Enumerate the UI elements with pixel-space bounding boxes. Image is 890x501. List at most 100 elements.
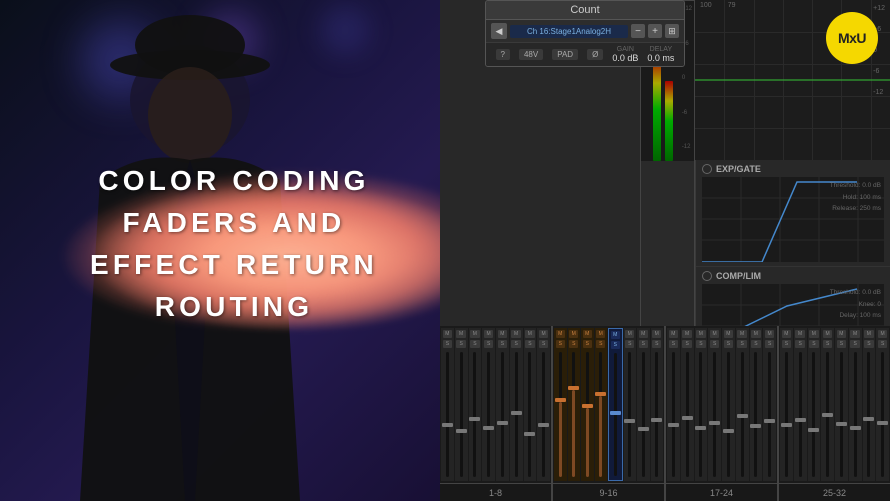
ch15-mute[interactable]: M (639, 330, 648, 338)
ch18-fader-handle[interactable] (682, 416, 693, 420)
ch13-mute[interactable]: M (611, 331, 620, 339)
ch2-solo[interactable]: S (456, 340, 466, 348)
ch24-mute[interactable]: M (765, 330, 775, 338)
expgate-power-button[interactable] (702, 164, 712, 174)
ch32-mute[interactable]: M (878, 330, 888, 338)
ch26-mute[interactable]: M (795, 330, 805, 338)
ch10-fader-handle[interactable] (568, 386, 579, 390)
ch27-mute[interactable]: M (809, 330, 819, 338)
ch11-mute[interactable]: M (583, 330, 592, 338)
ch23-mute[interactable]: M (751, 330, 761, 338)
ch10-mute[interactable]: M (569, 330, 578, 338)
ch3-mute[interactable]: M (470, 330, 480, 338)
ch20-solo[interactable]: S (710, 340, 720, 348)
ch4-mute[interactable]: M (484, 330, 494, 338)
ch14-fader-handle[interactable] (624, 419, 635, 423)
ch27-fader-handle[interactable] (808, 428, 819, 432)
ch3-solo[interactable]: S (470, 340, 480, 348)
ch22-mute[interactable]: M (737, 330, 747, 338)
ch17-mute[interactable]: M (669, 330, 679, 338)
ch6-solo[interactable]: S (511, 340, 521, 348)
ch11-fader-handle[interactable] (582, 404, 593, 408)
ch7-solo[interactable]: S (525, 340, 535, 348)
btn-phase[interactable]: Ø (587, 49, 603, 60)
ch23-fader-handle[interactable] (750, 424, 761, 428)
ch18-mute[interactable]: M (682, 330, 692, 338)
ch16-solo[interactable]: S (652, 340, 661, 348)
ch14-solo[interactable]: S (625, 340, 634, 348)
ch10-solo[interactable]: S (569, 340, 578, 348)
ch21-mute[interactable]: M (724, 330, 734, 338)
ch19-mute[interactable]: M (696, 330, 706, 338)
complim-power-button[interactable] (702, 271, 712, 281)
count-plus-button[interactable]: + (648, 24, 662, 38)
ch13-solo[interactable]: S (611, 341, 620, 349)
ch25-solo[interactable]: S (782, 340, 792, 348)
ch8-mute[interactable]: M (539, 330, 549, 338)
ch5-solo[interactable]: S (498, 340, 508, 348)
ch29-solo[interactable]: S (837, 340, 847, 348)
ch26-solo[interactable]: S (795, 340, 805, 348)
ch22-solo[interactable]: S (737, 340, 747, 348)
btn-48v[interactable]: 48V (519, 49, 543, 60)
count-grid-button[interactable]: ⊞ (665, 24, 679, 38)
ch11-solo[interactable]: S (583, 340, 592, 348)
ch19-fader-handle[interactable] (695, 426, 706, 430)
ch5-fader-handle[interactable] (497, 421, 508, 425)
ch14-mute[interactable]: M (625, 330, 634, 338)
ch1-fader-handle[interactable] (442, 423, 453, 427)
ch28-solo[interactable]: S (823, 340, 833, 348)
ch26-fader-handle[interactable] (795, 418, 806, 422)
ch7-fader-handle[interactable] (524, 432, 535, 436)
ch21-solo[interactable]: S (724, 340, 734, 348)
ch1-mute[interactable]: M (443, 330, 453, 338)
ch9-mute[interactable]: M (556, 330, 565, 338)
ch29-fader-handle[interactable] (836, 422, 847, 426)
ch2-fader-handle[interactable] (456, 429, 467, 433)
ch1-solo[interactable]: S (443, 340, 453, 348)
ch17-fader-handle[interactable] (668, 423, 679, 427)
ch4-fader-handle[interactable] (483, 426, 494, 430)
ch20-fader-handle[interactable] (709, 421, 720, 425)
ch12-fader-handle[interactable] (595, 392, 606, 396)
ch31-fader-handle[interactable] (863, 417, 874, 421)
ch18-solo[interactable]: S (682, 340, 692, 348)
ch32-fader-handle[interactable] (877, 421, 888, 425)
ch15-fader-handle[interactable] (638, 427, 649, 431)
ch9-fader-handle[interactable] (555, 398, 566, 402)
ch28-fader-handle[interactable] (822, 413, 833, 417)
ch8-fader-handle[interactable] (538, 423, 549, 427)
btn-question[interactable]: ? (496, 49, 510, 60)
ch6-mute[interactable]: M (511, 330, 521, 338)
ch6-fader-handle[interactable] (511, 411, 522, 415)
ch31-mute[interactable]: M (864, 330, 874, 338)
ch16-mute[interactable]: M (652, 330, 661, 338)
ch20-mute[interactable]: M (710, 330, 720, 338)
btn-pad[interactable]: PAD (552, 49, 578, 60)
ch24-fader-handle[interactable] (764, 419, 775, 423)
ch17-solo[interactable]: S (669, 340, 679, 348)
count-back-button[interactable]: ◀ (491, 23, 507, 39)
ch22-fader-handle[interactable] (737, 414, 748, 418)
ch9-solo[interactable]: S (556, 340, 565, 348)
ch24-solo[interactable]: S (765, 340, 775, 348)
ch30-fader-handle[interactable] (850, 426, 861, 430)
ch3-fader-handle[interactable] (469, 417, 480, 421)
ch16-fader-handle[interactable] (651, 418, 662, 422)
ch8-solo[interactable]: S (539, 340, 549, 348)
ch30-mute[interactable]: M (850, 330, 860, 338)
ch23-solo[interactable]: S (751, 340, 761, 348)
ch12-mute[interactable]: M (596, 330, 605, 338)
ch25-mute[interactable]: M (782, 330, 792, 338)
ch2-mute[interactable]: M (456, 330, 466, 338)
ch7-mute[interactable]: M (525, 330, 535, 338)
ch25-fader-handle[interactable] (781, 423, 792, 427)
ch12-solo[interactable]: S (596, 340, 605, 348)
ch15-solo[interactable]: S (639, 340, 648, 348)
ch28-mute[interactable]: M (823, 330, 833, 338)
ch29-mute[interactable]: M (837, 330, 847, 338)
ch31-solo[interactable]: S (864, 340, 874, 348)
ch5-mute[interactable]: M (498, 330, 508, 338)
ch21-fader-handle[interactable] (723, 429, 734, 433)
ch19-solo[interactable]: S (696, 340, 706, 348)
